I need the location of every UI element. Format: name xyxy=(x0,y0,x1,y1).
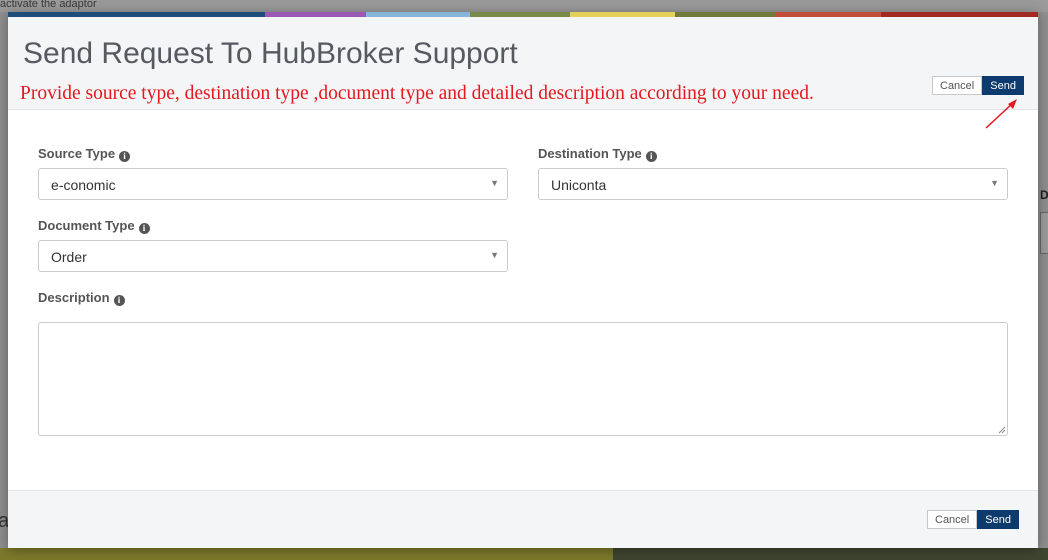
modal-footer: Cancel Send xyxy=(8,490,1038,548)
modal-title: Send Request To HubBroker Support xyxy=(23,37,518,70)
resize-handle-icon[interactable] xyxy=(998,426,1006,434)
header-send-button[interactable]: Send xyxy=(982,76,1024,95)
background-top-bar: activate the adaptor xyxy=(0,0,1048,12)
info-circle-icon: i xyxy=(645,151,657,162)
background-right-glyph: D xyxy=(1040,188,1048,202)
background-right-field xyxy=(1040,212,1048,254)
caret-down-icon: ▼ xyxy=(490,178,499,188)
description-label-text: Description xyxy=(38,290,110,305)
source-type-value: e-conomic xyxy=(51,177,116,193)
background-bottom-bar-left xyxy=(0,548,613,560)
document-type-value: Order xyxy=(51,249,87,265)
document-type-select[interactable]: Order ▼ xyxy=(38,240,508,272)
document-type-label-text: Document Type xyxy=(38,218,135,233)
instruction-note: Provide source type, destination type ,d… xyxy=(20,83,814,104)
info-circle-icon: i xyxy=(113,295,125,306)
source-type-label: Source Type i xyxy=(38,146,131,162)
header-button-group: Cancel Send xyxy=(932,76,1024,95)
caret-down-icon: ▼ xyxy=(990,178,999,188)
destination-type-label: Destination Type i xyxy=(538,146,657,162)
info-circle-icon: i xyxy=(119,151,131,162)
destination-type-label-text: Destination Type xyxy=(538,146,642,161)
document-type-label: Document Type i xyxy=(38,218,150,234)
description-textarea[interactable] xyxy=(38,322,1008,436)
modal-header: Send Request To HubBroker Support Provid… xyxy=(8,17,1038,110)
caret-down-icon: ▼ xyxy=(490,250,499,260)
source-type-select[interactable]: e-conomic ▼ xyxy=(38,168,508,200)
background-bottom-bar-right xyxy=(613,548,1048,560)
header-cancel-button[interactable]: Cancel xyxy=(932,76,983,95)
footer-send-button[interactable]: Send xyxy=(977,510,1019,529)
destination-type-select[interactable]: Uniconta ▼ xyxy=(538,168,1008,200)
support-request-modal: Send Request To HubBroker Support Provid… xyxy=(8,12,1038,548)
background-top-text: activate the adaptor xyxy=(0,0,97,10)
source-type-label-text: Source Type xyxy=(38,146,116,161)
footer-cancel-button[interactable]: Cancel xyxy=(927,510,978,529)
modal-body: Source Type i e-conomic ▼ Destination Typ… xyxy=(8,110,1038,482)
description-label: Description i xyxy=(38,290,125,306)
destination-type-value: Uniconta xyxy=(551,177,607,193)
footer-button-group: Cancel Send xyxy=(927,510,1019,529)
background-right: D xyxy=(1038,12,1048,548)
background-left: a xyxy=(0,12,9,548)
info-circle-icon: i xyxy=(138,223,150,234)
